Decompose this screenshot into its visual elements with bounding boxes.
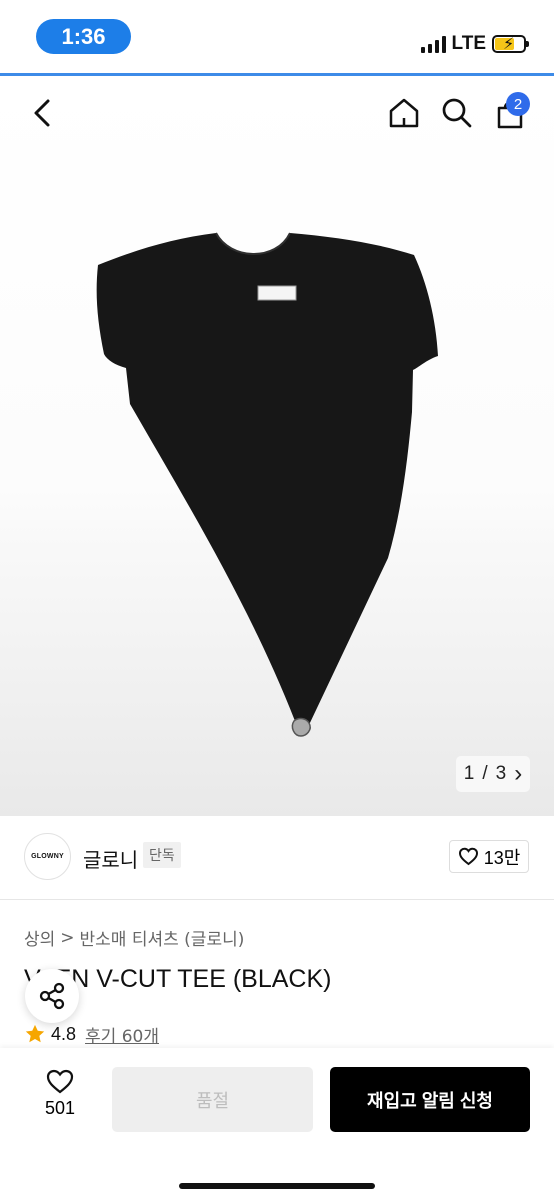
home-icon bbox=[389, 98, 419, 128]
heart-icon bbox=[458, 847, 478, 866]
breadcrumb-category-1[interactable]: 상의 bbox=[24, 925, 55, 950]
breadcrumb: 상의 > 반소매 티셔츠 (글로니) bbox=[24, 925, 245, 951]
search-button[interactable] bbox=[439, 95, 475, 131]
heart-outline-icon bbox=[46, 1069, 74, 1094]
home-indicator bbox=[179, 1183, 375, 1189]
search-icon bbox=[442, 98, 472, 128]
reviews-link[interactable]: 후기 60개 bbox=[85, 1022, 159, 1047]
restock-alert-button[interactable]: 재입고 알림 신청 bbox=[330, 1067, 530, 1132]
share-button[interactable] bbox=[25, 969, 79, 1023]
battery-icon: ⚡ bbox=[492, 34, 529, 53]
brand-like-button[interactable]: 13만 bbox=[449, 840, 529, 873]
rating-value: 4.8 bbox=[51, 1023, 77, 1044]
exclusive-tag: 단독 bbox=[143, 842, 181, 868]
breadcrumb-separator: > bbox=[60, 927, 75, 948]
sold-out-button: 품절 bbox=[112, 1067, 313, 1132]
cart-count-badge: 2 bbox=[506, 92, 530, 116]
gallery-pager[interactable]: 1 / 3 › bbox=[456, 756, 530, 792]
bottom-action-bar: 501 품절 재입고 알림 신청 bbox=[0, 1048, 554, 1200]
back-icon bbox=[34, 99, 50, 127]
signal-icon bbox=[420, 35, 446, 53]
brand-logo-text: GLOWNY bbox=[31, 853, 64, 860]
back-button[interactable] bbox=[24, 95, 60, 131]
pager-total: 3 bbox=[495, 763, 507, 784]
star-icon bbox=[25, 1024, 45, 1043]
breadcrumb-category-2[interactable]: 반소매 티셔츠 (글로니) bbox=[80, 925, 245, 950]
status-bar: 1:36 LTE ⚡ bbox=[0, 0, 554, 76]
wish-count: 501 bbox=[44, 1098, 76, 1118]
status-indicators: LTE ⚡ bbox=[420, 33, 529, 55]
home-button[interactable] bbox=[385, 94, 423, 132]
wishlist-button[interactable]: 501 bbox=[24, 1068, 96, 1128]
rating-row: 4.8 후기 60개 bbox=[24, 1021, 159, 1047]
brand-logo[interactable]: GLOWNY bbox=[24, 833, 71, 880]
network-label: LTE bbox=[451, 33, 486, 54]
pager-separator: / bbox=[482, 763, 488, 784]
pager-current: 1 bbox=[463, 763, 475, 784]
brand-row: GLOWNY 글로니 단독 13만 bbox=[0, 816, 554, 900]
brand-name[interactable]: 글로니 bbox=[83, 844, 138, 873]
brand-like-count: 13만 bbox=[483, 847, 521, 868]
share-icon bbox=[39, 982, 65, 1010]
chevron-right-icon: › bbox=[514, 760, 523, 787]
product-image[interactable] bbox=[80, 220, 440, 750]
status-time: 1:36 bbox=[36, 19, 131, 54]
